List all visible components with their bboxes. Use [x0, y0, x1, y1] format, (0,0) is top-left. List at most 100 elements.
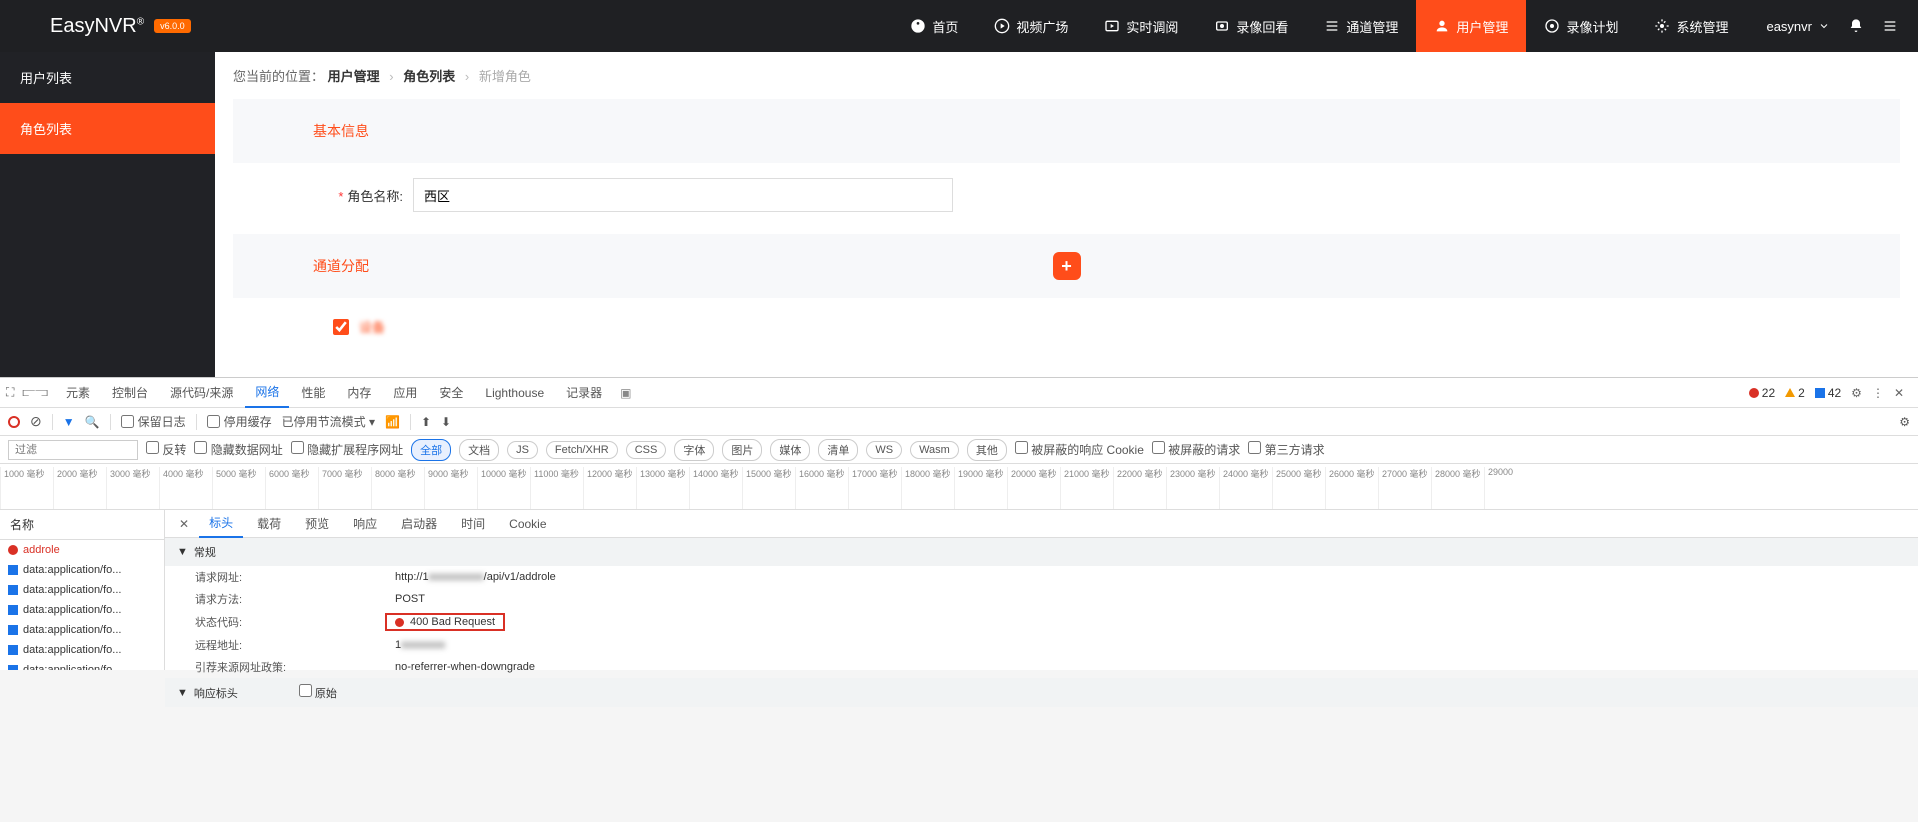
- error-count[interactable]: 22: [1749, 386, 1775, 400]
- pill-manifest[interactable]: 清单: [818, 439, 858, 461]
- gear-icon[interactable]: ⚙: [1851, 386, 1862, 400]
- device-icon[interactable]: ⫍⫎: [22, 385, 54, 400]
- nav-label: 系统管理: [1676, 17, 1728, 36]
- pill-css[interactable]: CSS: [626, 441, 667, 459]
- search-icon[interactable]: 🔍: [85, 415, 100, 429]
- breadcrumb-1[interactable]: 用户管理: [328, 69, 380, 84]
- hide-ext-urls-checkbox[interactable]: 隐藏扩展程序网址: [291, 441, 403, 458]
- tab-network[interactable]: 网络: [245, 377, 289, 408]
- pill-img[interactable]: 图片: [722, 439, 762, 461]
- settings-icon[interactable]: ⚙: [1899, 415, 1910, 429]
- nav-home[interactable]: 首页: [892, 0, 976, 52]
- nav-label: 首页: [932, 17, 958, 36]
- pill-all[interactable]: 全部: [411, 439, 451, 461]
- request-item[interactable]: data:application/fo...: [0, 660, 164, 670]
- invert-checkbox[interactable]: 反转: [146, 441, 186, 458]
- add-button[interactable]: +: [1053, 252, 1081, 280]
- filter-icon[interactable]: ▼: [63, 415, 75, 429]
- timeline-tick: 10000 毫秒: [477, 467, 530, 509]
- general-section[interactable]: ▼ 常规: [165, 538, 1918, 566]
- record-icon: [1214, 18, 1230, 34]
- request-item[interactable]: data:application/fo...: [0, 600, 164, 620]
- tab-response[interactable]: 响应: [343, 510, 387, 537]
- pill-js[interactable]: JS: [507, 441, 538, 459]
- user-dropdown[interactable]: easynvr: [1766, 19, 1830, 34]
- tab-performance[interactable]: 性能: [291, 378, 335, 407]
- upload-icon[interactable]: ⬆: [421, 415, 431, 429]
- tab-headers[interactable]: 标头: [199, 509, 243, 538]
- tab-preview[interactable]: 预览: [295, 510, 339, 537]
- warning-count[interactable]: 2: [1785, 386, 1805, 400]
- tab-initiator[interactable]: 启动器: [391, 510, 447, 537]
- timeline-tick: 2000 毫秒: [53, 467, 106, 509]
- info-count[interactable]: 42: [1815, 386, 1841, 400]
- request-item[interactable]: data:application/fo...: [0, 620, 164, 640]
- chevron-right-icon: ›: [389, 69, 393, 84]
- inspect-icon[interactable]: ⛶: [6, 385, 20, 400]
- close-icon[interactable]: ✕: [173, 517, 195, 531]
- tab-elements[interactable]: 元素: [56, 378, 100, 407]
- breadcrumb: 您当前的位置： 用户管理 › 角色列表 › 新增角色: [215, 52, 1918, 99]
- tab-application[interactable]: 应用: [383, 378, 427, 407]
- nav-video-square[interactable]: 视频广场: [976, 0, 1086, 52]
- blocked-cookies-checkbox[interactable]: 被屏蔽的响应 Cookie: [1015, 441, 1144, 458]
- tab-console[interactable]: 控制台: [102, 378, 158, 407]
- form-card: 基本信息 *角色名称: 通道分配 + 设备: [233, 99, 1900, 354]
- dashboard-icon: [910, 18, 926, 34]
- throttle-select[interactable]: 已停用节流模式 ▾: [282, 413, 375, 430]
- tab-cookies[interactable]: Cookie: [499, 512, 556, 536]
- nav-realtime[interactable]: 实时调阅: [1086, 0, 1196, 52]
- tab-recorder[interactable]: 记录器: [556, 378, 612, 407]
- raw-checkbox[interactable]: 原始: [299, 684, 337, 701]
- sidebar-item-roles[interactable]: 角色列表: [0, 103, 215, 154]
- preview-icon[interactable]: ▣: [614, 386, 637, 400]
- third-party-checkbox[interactable]: 第三方请求: [1248, 441, 1324, 458]
- sidebar: 用户列表 角色列表: [0, 52, 215, 377]
- blocked-requests-checkbox[interactable]: 被屏蔽的请求: [1152, 441, 1240, 458]
- network-timeline[interactable]: 1000 毫秒2000 毫秒3000 毫秒4000 毫秒5000 毫秒6000 …: [0, 464, 1918, 510]
- pill-font[interactable]: 字体: [674, 439, 714, 461]
- nav-playback[interactable]: 录像回看: [1196, 0, 1306, 52]
- close-icon[interactable]: ✕: [1894, 386, 1904, 400]
- chevron-down-icon: [1818, 20, 1830, 32]
- sidebar-item-users[interactable]: 用户列表: [0, 52, 215, 103]
- pill-wasm[interactable]: Wasm: [910, 441, 959, 459]
- device-checkbox[interactable]: [333, 319, 349, 335]
- request-item[interactable]: data:application/fo...: [0, 580, 164, 600]
- more-icon[interactable]: ⋮: [1872, 386, 1884, 400]
- disable-cache-checkbox[interactable]: 停用缓存: [207, 413, 272, 430]
- nav-system[interactable]: 系统管理: [1636, 0, 1746, 52]
- tab-payload[interactable]: 载荷: [247, 510, 291, 537]
- tab-sources[interactable]: 源代码/来源: [160, 378, 243, 407]
- pill-media[interactable]: 媒体: [770, 439, 810, 461]
- name-column-header[interactable]: 名称: [0, 510, 164, 540]
- nav-user-mgmt[interactable]: 用户管理: [1416, 0, 1526, 52]
- clear-icon[interactable]: ⊘: [30, 413, 42, 430]
- pill-other[interactable]: 其他: [967, 439, 1007, 461]
- role-name-input[interactable]: [413, 178, 953, 212]
- breadcrumb-2[interactable]: 角色列表: [403, 69, 455, 84]
- download-icon[interactable]: ⬇: [441, 415, 451, 429]
- pill-doc[interactable]: 文档: [459, 439, 499, 461]
- section-basic-info: 基本信息: [233, 99, 1900, 164]
- hamburger-icon[interactable]: [1882, 18, 1898, 34]
- filter-input[interactable]: [8, 440, 138, 460]
- tab-memory[interactable]: 内存: [337, 378, 381, 407]
- response-headers-section[interactable]: ▼ 响应标头 原始: [165, 678, 1918, 707]
- preserve-log-checkbox[interactable]: 保留日志: [121, 413, 186, 430]
- request-item[interactable]: data:application/fo...: [0, 640, 164, 660]
- nav-record-plan[interactable]: 录像计划: [1526, 0, 1636, 52]
- nav-channel[interactable]: 通道管理: [1306, 0, 1416, 52]
- record-icon[interactable]: [8, 416, 20, 428]
- pill-fetch[interactable]: Fetch/XHR: [546, 441, 618, 459]
- tab-security[interactable]: 安全: [429, 378, 473, 407]
- tab-timing[interactable]: 时间: [451, 510, 495, 537]
- pill-ws[interactable]: WS: [866, 441, 902, 459]
- bell-icon[interactable]: [1848, 18, 1864, 34]
- request-item[interactable]: data:application/fo...: [0, 560, 164, 580]
- section-channel-assign: 通道分配 +: [233, 234, 1900, 299]
- hide-data-urls-checkbox[interactable]: 隐藏数据网址: [194, 441, 282, 458]
- tab-lighthouse[interactable]: Lighthouse: [475, 380, 554, 406]
- request-item[interactable]: addrole: [0, 540, 164, 560]
- wifi-icon[interactable]: 📶: [385, 415, 400, 429]
